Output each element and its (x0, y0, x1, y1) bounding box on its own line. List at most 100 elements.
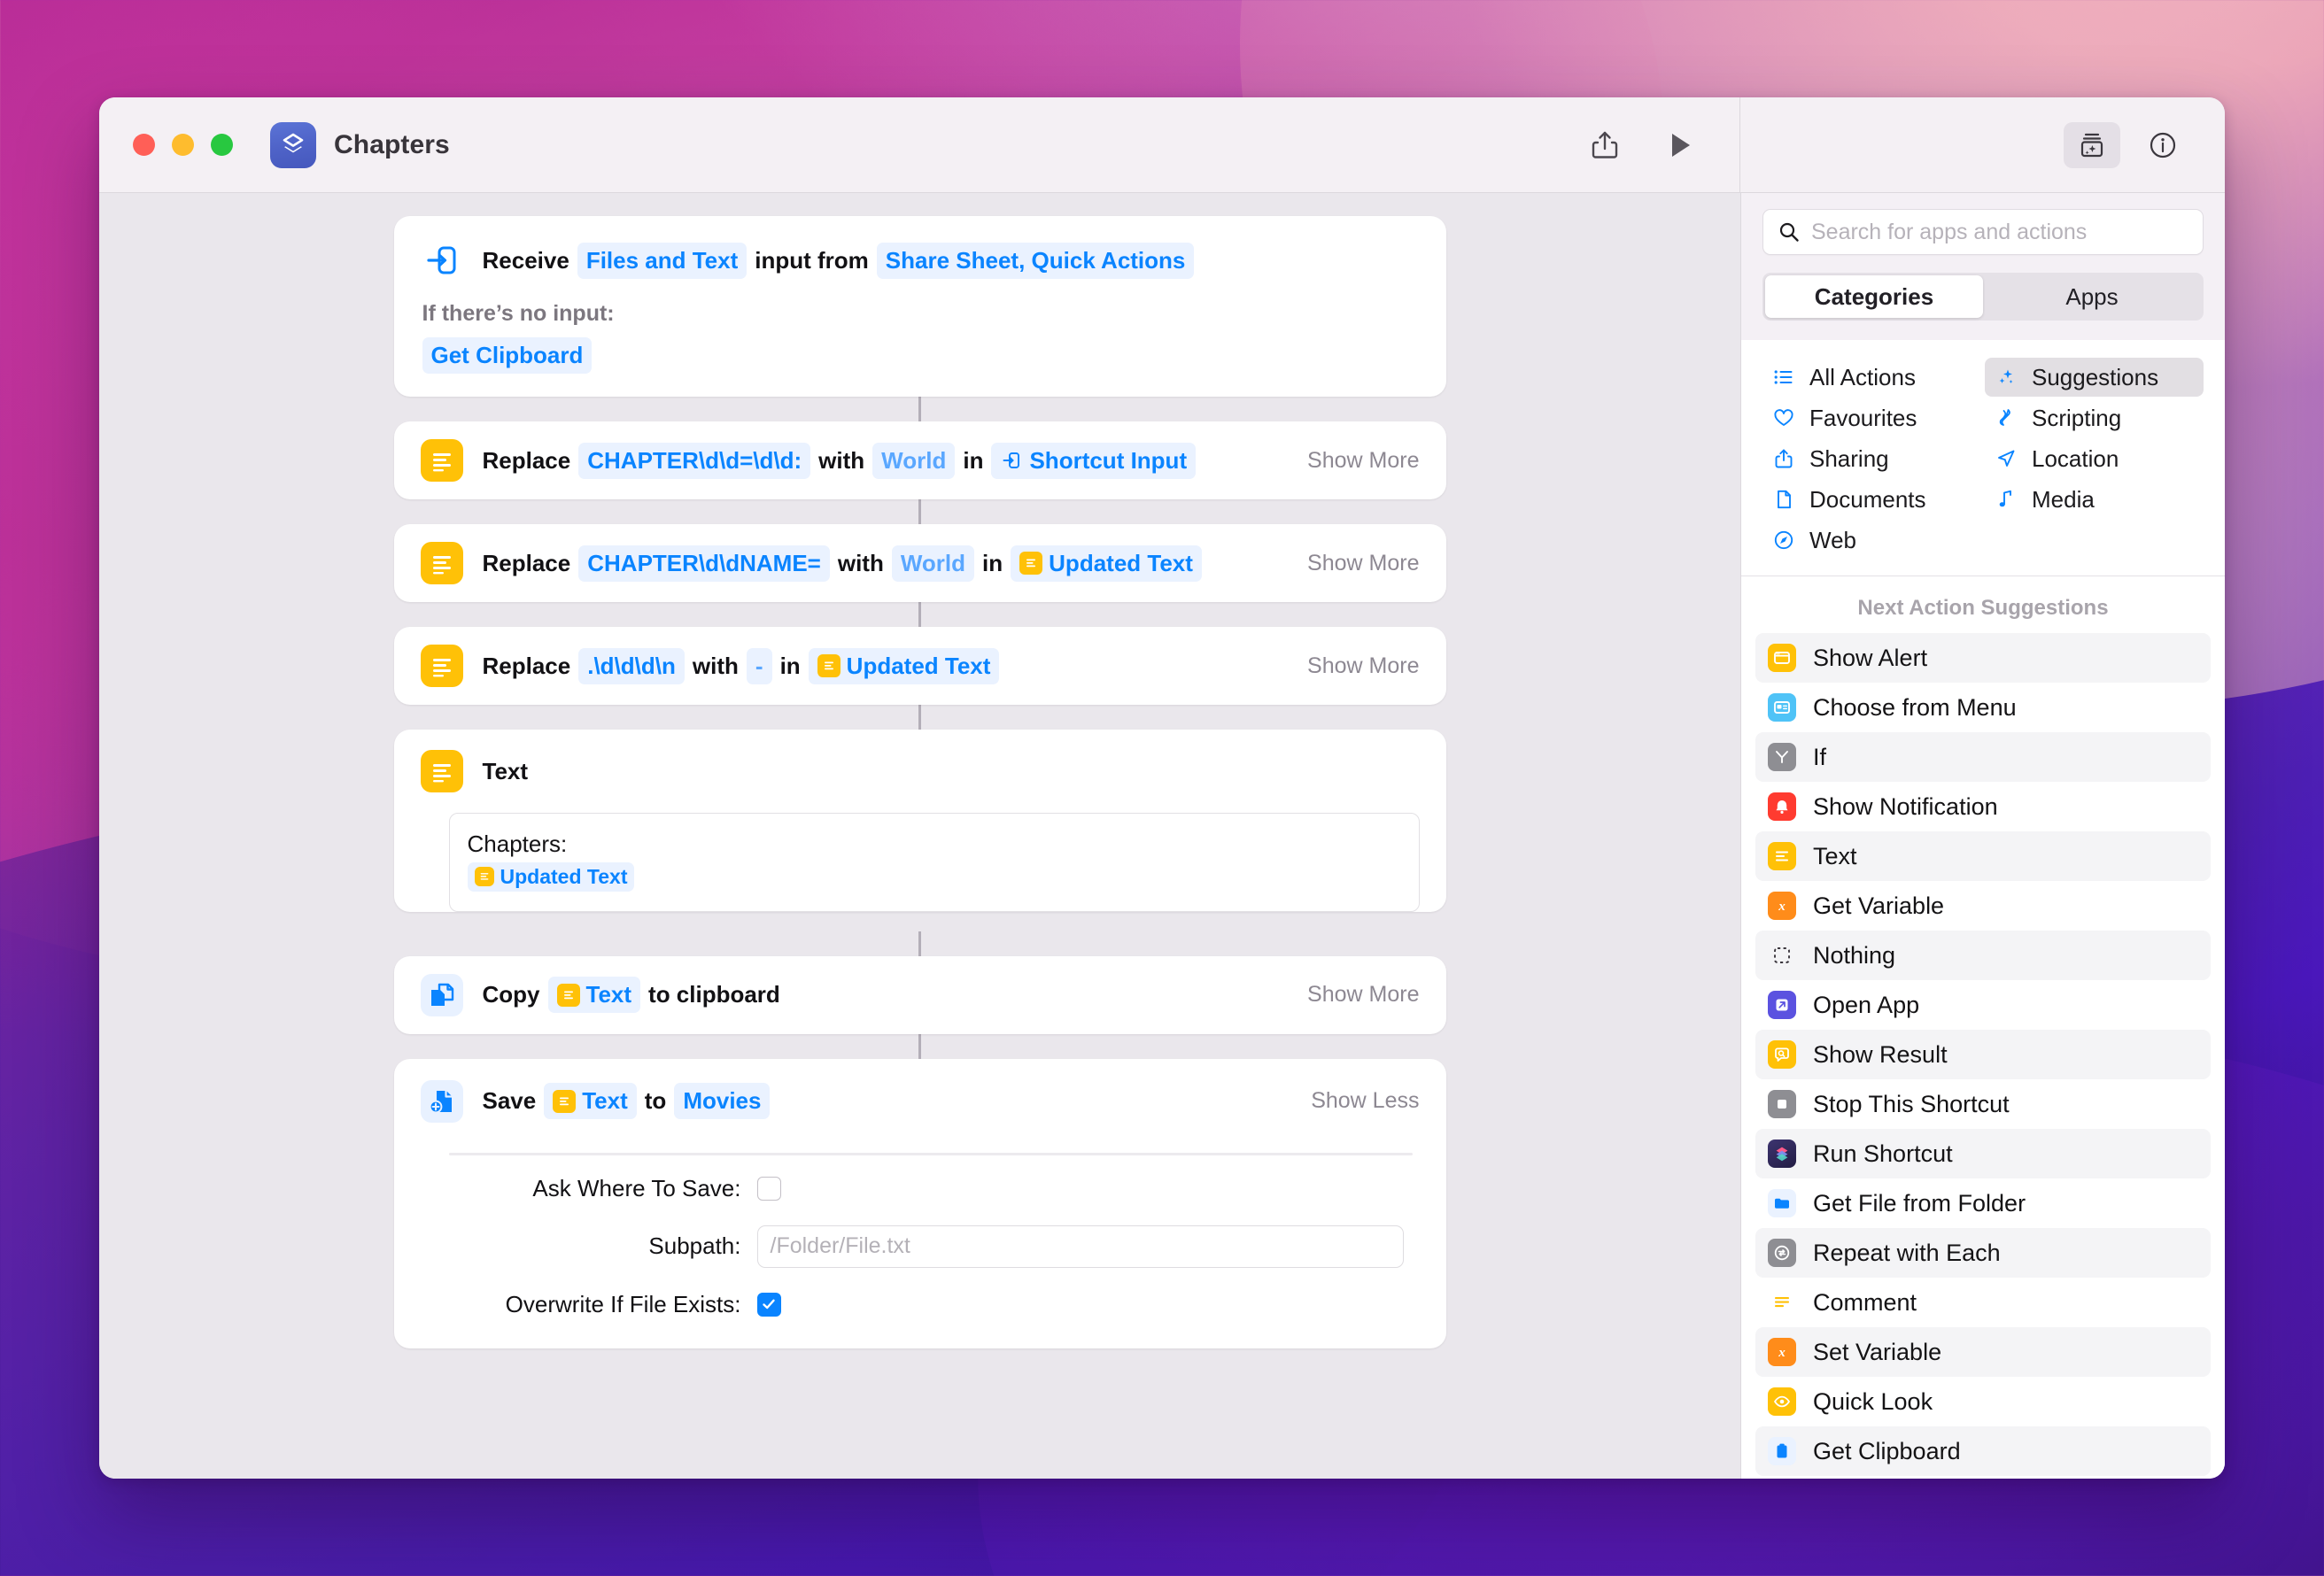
replace1-in-word: in (963, 446, 984, 474)
list-item[interactable]: Text (1755, 831, 2211, 881)
action-card-copy[interactable]: Copy Text to clipboard Show More (393, 955, 1446, 1034)
category-documents[interactable]: Documents (1762, 480, 1981, 519)
category-label: Web (1809, 526, 1856, 553)
search-input[interactable]: Search for apps and actions (1811, 220, 2087, 245)
tab-categories[interactable]: Categories (1765, 275, 1983, 318)
receive-sources-token[interactable]: Share Sheet, Quick Actions (876, 242, 1195, 279)
dashed-square-icon (1768, 941, 1796, 970)
category-label: Suggestions (2032, 363, 2159, 390)
tab-apps[interactable]: Apps (1983, 275, 2201, 318)
search-box[interactable]: Search for apps and actions (1762, 209, 2204, 255)
replace2-replacement-token[interactable]: World (891, 545, 975, 582)
minimize-button[interactable] (172, 134, 194, 156)
category-web[interactable]: Web (1762, 521, 1981, 560)
category-suggestions[interactable]: Suggestions (1985, 358, 2204, 397)
replace2-target-token[interactable]: Updated Text (1011, 545, 1202, 582)
category-scripting[interactable]: Scripting (1985, 398, 2204, 437)
replace2-with-word: with (837, 549, 884, 576)
text-content-field[interactable]: Chapters: Updated Text (448, 813, 1420, 912)
safari-compass-icon (1771, 529, 1796, 551)
receive-input-types-token[interactable]: Files and Text (577, 242, 748, 279)
heart-icon (1771, 407, 1796, 429)
list-item[interactable]: Show Notification (1755, 782, 2211, 831)
action-library-icon[interactable] (2064, 121, 2120, 168)
list-item[interactable]: x Set Variable (1755, 1327, 2211, 1377)
list-item[interactable]: Repeat with Each (1755, 1228, 2211, 1278)
list-item[interactable]: Get File from Folder (1755, 1178, 2211, 1228)
receive-fallback-button[interactable]: Get Clipboard (422, 337, 593, 374)
action-card-save[interactable]: Save Text to Movies Show Less Ask Where … (393, 1058, 1446, 1348)
play-icon[interactable] (1662, 126, 1700, 165)
replace1-target-label: Shortcut Input (1029, 446, 1188, 474)
category-sharing[interactable]: Sharing (1762, 439, 1981, 478)
shortcut-canvas[interactable]: Receive Files and Text input from Share … (99, 193, 1740, 1479)
list-item[interactable]: Show Result (1755, 1030, 2211, 1079)
replace1-target-token[interactable]: Shortcut Input (991, 442, 1197, 479)
list-item[interactable]: Nothing (1755, 931, 2211, 980)
list-item[interactable]: x Get Variable (1755, 881, 2211, 931)
shortcuts-app-icon (270, 121, 316, 168)
action-card-replace-2[interactable]: Replace CHAPTER\d\dNAME= with World in U… (393, 524, 1446, 602)
overwrite-checkbox[interactable] (756, 1292, 781, 1317)
info-icon[interactable] (2143, 126, 2182, 165)
list-item[interactable]: Run Shortcut (1755, 1129, 2211, 1178)
text-action-icon (420, 750, 463, 792)
replace2-target-label: Updated Text (1049, 549, 1193, 576)
share-icon[interactable] (1585, 126, 1624, 165)
action-card-replace-1[interactable]: Replace CHAPTER\d\d=\d\d: with World in (393, 421, 1446, 499)
category-all-actions[interactable]: All Actions (1762, 358, 1981, 397)
variable-x-icon: x (1768, 1338, 1796, 1366)
save-token[interactable]: Text (544, 1083, 637, 1119)
replace2-find-token[interactable]: CHAPTER\d\dNAME= (578, 545, 830, 582)
save-show-less-toggle[interactable]: Show Less (1293, 1088, 1419, 1114)
list-item[interactable]: Stop This Shortcut (1755, 1079, 2211, 1129)
replace1-replacement-token[interactable]: World (872, 442, 956, 479)
replace1-show-more-toggle[interactable]: Show More (1290, 448, 1419, 474)
replace3-line: Replace .\d\d\d\n with - in Updated Text (483, 647, 1000, 684)
list-item-label: If (1813, 743, 1827, 770)
category-grid: All Actions Suggestions Favourites Scrip… (1741, 340, 2225, 576)
param-row-subpath: Subpath: /Folder/File.txt (449, 1224, 1404, 1268)
ask-where-to-save-checkbox[interactable] (756, 1176, 781, 1201)
action-card-replace-3[interactable]: Replace .\d\d\d\n with - in Updated Text… (393, 627, 1446, 705)
replace2-show-more-toggle[interactable]: Show More (1290, 551, 1419, 576)
action-card-receive[interactable]: Receive Files and Text input from Share … (393, 216, 1446, 397)
list-item-label: Quick Look (1813, 1387, 1933, 1415)
replace1-find-token[interactable]: CHAPTER\d\d=\d\d: (578, 442, 811, 479)
list-item[interactable]: Comment (1755, 1278, 2211, 1327)
list-item[interactable]: Quick Look (1755, 1377, 2211, 1426)
replace3-replacement-token[interactable]: - (746, 647, 772, 684)
svg-text:x: x (1778, 900, 1786, 914)
branch-y-icon (1768, 743, 1796, 771)
close-button[interactable] (133, 134, 155, 156)
copy-suffix: to clipboard (648, 981, 780, 1008)
replace2-in-word: in (982, 549, 1003, 576)
text-content-variable-token[interactable]: Updated Text (467, 861, 635, 892)
copy-verb: Copy (482, 981, 540, 1008)
list-item[interactable]: If (1755, 732, 2211, 782)
action-card-text[interactable]: Text Chapters: Updated Text (393, 730, 1446, 912)
music-note-icon (1994, 489, 2018, 510)
category-label: Documents (1809, 485, 1926, 513)
copy-show-more-toggle[interactable]: Show More (1290, 982, 1419, 1008)
category-media[interactable]: Media (1985, 480, 2204, 519)
replace3-find-token[interactable]: .\d\d\d\n (578, 647, 685, 684)
save-verb: Save (482, 1087, 537, 1114)
list-item[interactable]: Get Clipboard (1755, 1426, 2211, 1476)
list-item[interactable]: Open App (1755, 980, 2211, 1030)
replace3-target-token[interactable]: Updated Text (808, 647, 1000, 684)
save-destination-token[interactable]: Movies (674, 1083, 771, 1119)
replace3-show-more-toggle[interactable]: Show More (1290, 653, 1419, 679)
list-item-label: Open App (1813, 991, 1920, 1018)
copy-token[interactable]: Text (547, 977, 641, 1013)
zoom-button[interactable] (211, 134, 233, 156)
list-item[interactable]: Show Alert (1755, 633, 2211, 683)
category-location[interactable]: Location (1985, 439, 2204, 478)
category-favourites[interactable]: Favourites (1762, 398, 1981, 437)
subpath-input[interactable]: /Folder/File.txt (756, 1224, 1404, 1268)
search-icon (1778, 220, 1801, 243)
list-item[interactable]: Choose from Menu (1755, 683, 2211, 732)
titlebar-actions (1585, 126, 1739, 165)
list-item-label: Set Variable (1813, 1338, 1942, 1365)
list-item-label: Show Result (1813, 1040, 1948, 1068)
